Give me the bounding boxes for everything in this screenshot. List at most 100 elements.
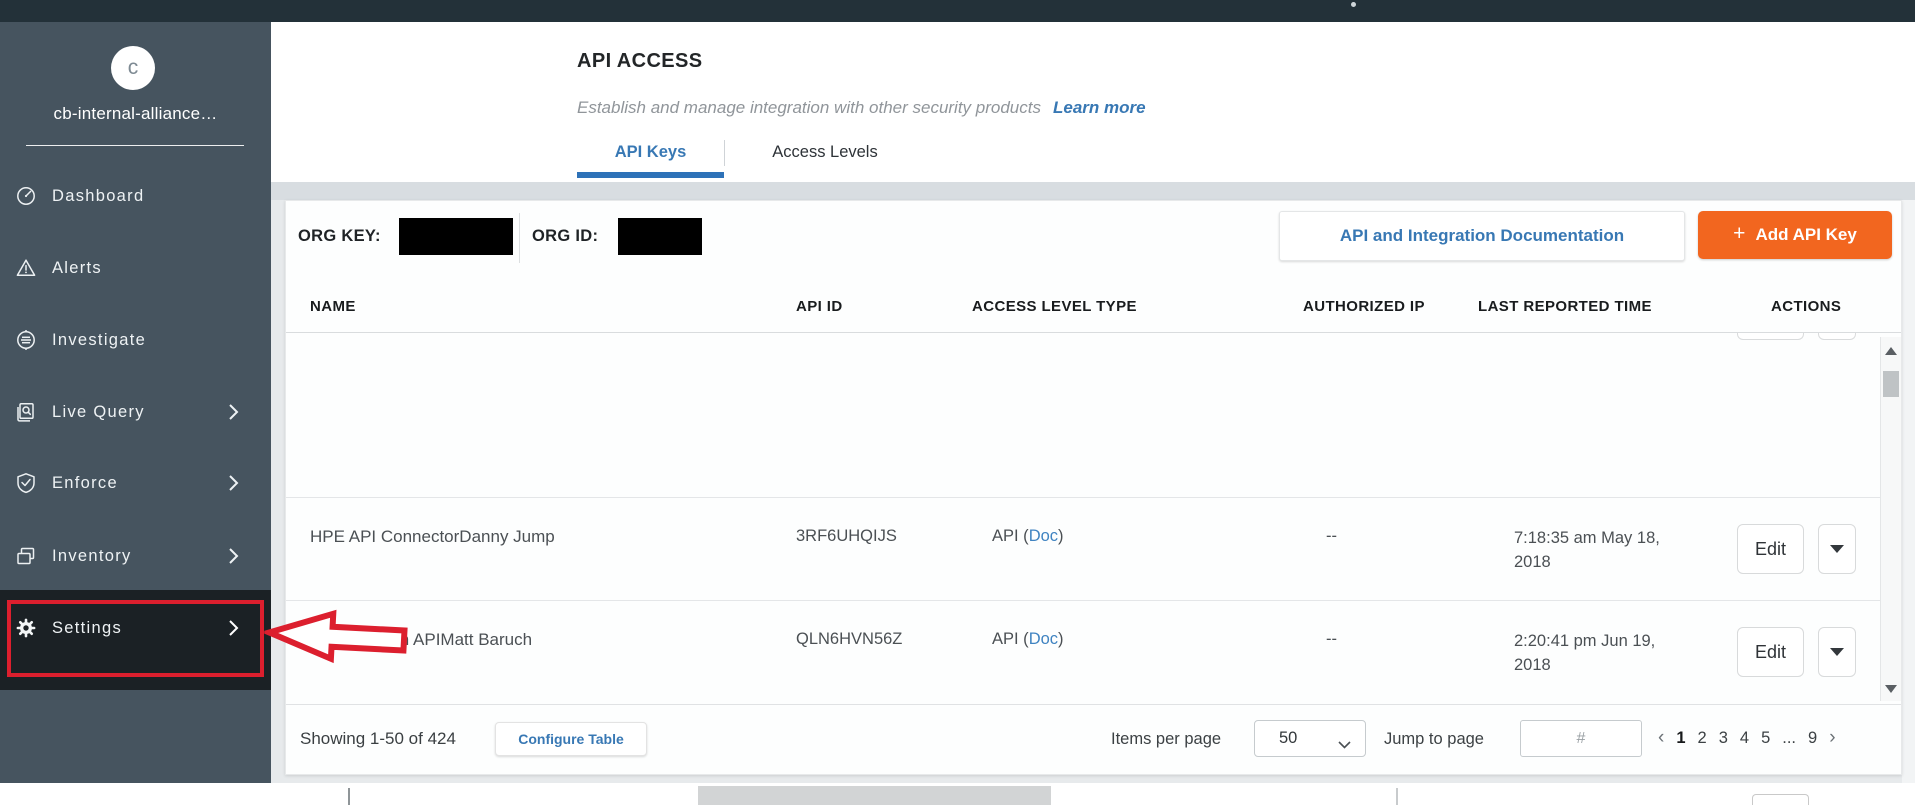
access-type-prefix: API ( [992,527,1029,545]
left-gutter [271,200,285,783]
add-api-key-label: Add API Key [1755,225,1856,245]
column-header-authorized-ip: AUTHORIZED IP [1303,298,1425,315]
background-window-artifact [1752,794,1809,805]
scrollbar-thumb[interactable] [1883,371,1899,397]
items-per-page-label: Items per page [1111,730,1221,749]
sidebar-item-alerts[interactable]: Alerts [0,244,271,292]
active-tab-underline [577,172,724,178]
cell-name: HPE API ConnectorDanny Jump [310,527,555,547]
topbar-clipped-icon [1351,2,1356,7]
org-id-redaction [618,218,702,255]
clipped-dropdown-button[interactable] [1818,333,1856,340]
cell-access-level-type: API (Doc) [992,630,1064,649]
tab-access-levels[interactable]: Access Levels [725,132,925,172]
org-divider [26,145,244,146]
configure-table-button[interactable]: Configure Table [495,722,647,756]
sidebar-item-enforce[interactable]: Enforce [0,459,271,507]
avatar[interactable]: c [111,46,155,90]
edit-button[interactable]: Edit [1737,524,1804,574]
scroll-down-arrow-icon[interactable] [1885,685,1897,693]
gauge-icon [15,185,37,207]
pagination-page-2[interactable]: 2 [1698,729,1707,748]
cell-authorized-ip: -- [1326,630,1337,649]
api-keys-card: ORG KEY: ORG ID: API and Integration Doc… [285,200,1902,775]
chevron-down-icon [1338,736,1351,754]
table-footer: Showing 1-50 of 424 Configure Table Item… [286,704,1901,774]
chevron-right-icon [229,404,239,420]
sidebar-item-live-query[interactable]: Live Query [0,388,271,436]
investigate-icon [15,329,37,351]
cell-last-reported-time: 2:20:41 pm Jun 19, 2018 [1514,629,1672,677]
org-key-label: ORG KEY: [298,227,381,246]
cell-last-reported-time: 7:18:35 am May 18, 2018 [1514,526,1672,574]
sidebar-item-dashboard[interactable]: Dashboard [0,172,271,220]
org-id-label: ORG ID: [532,227,598,246]
access-type-suffix: ) [1058,527,1064,545]
cell-access-level-type: API (Doc) [992,527,1064,546]
table-scroll-viewport: HPE API ConnectorDanny Jump 3RF6UHQIJS A… [286,333,1880,701]
doc-link[interactable]: Doc [1029,527,1058,545]
sidebar-item-label: Live Query [52,403,145,422]
pagination: ‹ 1 2 3 4 5 ... 9 › [1658,727,1836,749]
column-header-access-level-type: ACCESS LEVEL TYPE [972,298,1137,315]
cell-authorized-ip: -- [1326,527,1337,546]
pagination-page-9[interactable]: 9 [1808,729,1817,748]
sidebar-item-label: Alerts [52,259,102,278]
org-name: cb-internal-alliance… [0,104,271,124]
api-documentation-button[interactable]: API and Integration Documentation [1279,211,1685,261]
top-bar [0,0,1915,22]
table-row: HPE API ConnectorDanny Jump 3RF6UHQIJS A… [286,497,1880,600]
table-row: King & Union APIMatt Baruch QLN6HVN56Z A… [286,600,1880,701]
avatar-letter: c [128,56,139,80]
pagination-page-4[interactable]: 4 [1740,729,1749,748]
vertical-scrollbar[interactable] [1880,337,1901,701]
chevron-right-icon [229,475,239,491]
cell-api-id: QLN6HVN56Z [796,630,902,649]
page-title: API ACCESS [577,50,703,73]
column-header-api-id: API ID [796,298,843,315]
table-header: NAME API ID ACCESS LEVEL TYPE AUTHORIZED… [286,281,1901,333]
app-window: c cb-internal-alliance… Dashboard Alerts [0,0,1915,805]
scroll-up-arrow-icon[interactable] [1885,347,1897,355]
annotation-red-box [7,600,264,677]
row-actions-dropdown-button[interactable] [1818,524,1856,574]
inventory-icon [15,545,37,567]
sidebar-item-label: Enforce [52,474,118,493]
plus-icon: + [1733,222,1745,246]
pagination-page-5[interactable]: 5 [1761,729,1770,748]
cell-api-id: 3RF6UHQIJS [796,527,897,546]
items-per-page-select[interactable]: 50 [1254,720,1366,757]
bottom-gutter [271,775,1902,783]
row-actions-dropdown-button[interactable] [1818,627,1856,677]
add-api-key-button[interactable]: + Add API Key [1698,211,1892,259]
doc-link[interactable]: Doc [1029,630,1058,648]
showing-count: Showing 1-50 of 424 [300,729,456,749]
chevron-right-icon [229,548,239,564]
page-subtitle: Establish and manage integration with ot… [577,98,1146,118]
pagination-next-icon[interactable]: › [1829,727,1835,749]
learn-more-link[interactable]: Learn more [1053,98,1146,117]
pagination-page-3[interactable]: 3 [1719,729,1728,748]
access-type-suffix: ) [1058,630,1064,648]
caret-down-icon [1830,545,1844,553]
jump-to-page-input[interactable] [1520,720,1642,757]
sidebar-item-label: Inventory [52,547,132,566]
column-header-actions: ACTIONS [1771,298,1841,315]
background-window-artifact [1396,788,1398,805]
live-query-icon [15,401,37,423]
annotation-red-arrow-icon [263,604,412,672]
pagination-prev-icon[interactable]: ‹ [1658,727,1664,749]
right-gutter [1902,200,1915,783]
content-gray-band [271,182,1915,200]
shield-check-icon [15,472,37,494]
tab-api-keys[interactable]: API Keys [577,132,724,172]
background-window-artifact [348,788,350,805]
sidebar-item-investigate[interactable]: Investigate [0,316,271,364]
column-header-last-reported-time: LAST REPORTED TIME [1478,298,1652,315]
org-separator [519,213,520,263]
items-per-page-value: 50 [1279,729,1297,748]
pagination-page-1[interactable]: 1 [1676,729,1685,748]
clipped-edit-button[interactable] [1737,333,1804,340]
edit-button[interactable]: Edit [1737,627,1804,677]
sidebar-item-inventory[interactable]: Inventory [0,532,271,580]
